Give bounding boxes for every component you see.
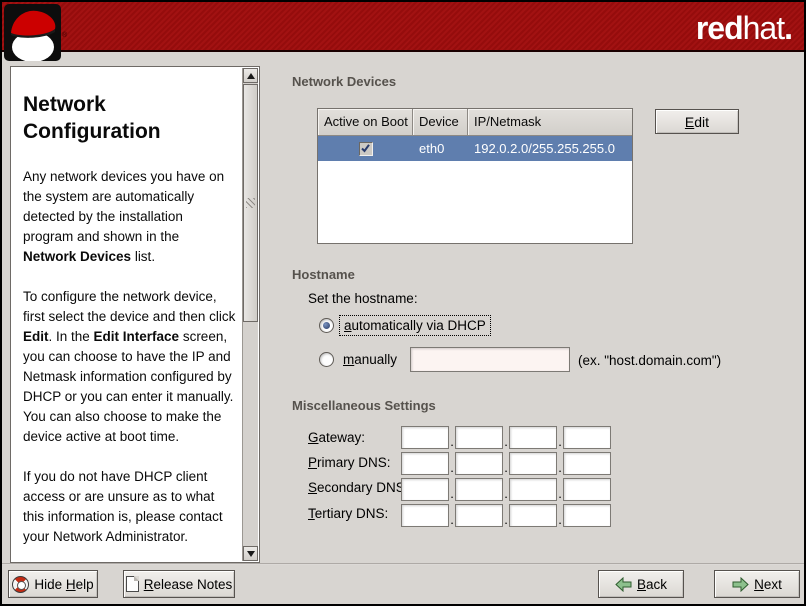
help-paragraph: If you do not have DHCP client access or… [23, 467, 236, 547]
primary-dns-octet-4[interactable] [563, 452, 611, 475]
gateway-octet-1[interactable] [401, 426, 449, 449]
release-notes-button[interactable]: Release Notes [123, 570, 235, 598]
scrollbar-grip-icon [246, 198, 255, 208]
hostname-section-label: Hostname [292, 267, 355, 282]
registered-trademark: ® [62, 32, 67, 39]
wordmark-red: red [696, 10, 743, 46]
help-title: Network Configuration [23, 91, 236, 145]
table-header: Active on Boot Device IP/Netmask [318, 109, 632, 136]
secondary-dns-label: Secondary DNS: [308, 480, 409, 495]
active-on-boot-checkbox[interactable] [359, 142, 373, 156]
arrow-up-icon [247, 73, 255, 79]
arrow-left-icon [615, 577, 632, 592]
gateway-label: Gateway: [308, 430, 365, 445]
help-paragraph: To configure the network device, first s… [23, 287, 236, 447]
primary-dns-octet-1[interactable] [401, 452, 449, 475]
arrow-right-icon [732, 577, 749, 592]
column-header-ip-netmask: IP/Netmask [468, 109, 632, 136]
gateway-octets: ... [401, 426, 611, 449]
secondary-dns-octet-1[interactable] [401, 478, 449, 501]
primary-dns-octets: ... [401, 452, 611, 475]
hostname-manual-option[interactable]: manually [319, 350, 401, 369]
life-preserver-icon [12, 576, 29, 593]
hostname-input[interactable] [410, 347, 570, 372]
wordmark-hat: hat [743, 10, 784, 46]
scroll-down-button[interactable] [243, 546, 258, 561]
help-scrollbar[interactable] [242, 68, 258, 561]
network-devices-section-label: Network Devices [292, 74, 396, 89]
radio-automatic-dhcp[interactable] [319, 318, 334, 333]
gateway-octet-3[interactable] [509, 426, 557, 449]
gateway-octet-4[interactable] [563, 426, 611, 449]
help-text: Network Configuration Any network device… [11, 67, 242, 562]
tertiary-dns-octet-2[interactable] [455, 504, 503, 527]
scrollbar-track[interactable] [243, 83, 258, 546]
tertiary-dns-octet-1[interactable] [401, 504, 449, 527]
hostname-hint: (ex. "host.domain.com") [578, 353, 721, 368]
primary-dns-octet-3[interactable] [509, 452, 557, 475]
document-icon [126, 576, 139, 592]
tertiary-dns-octets: ... [401, 504, 611, 527]
scroll-up-button[interactable] [243, 68, 258, 83]
arrow-down-icon [247, 551, 255, 557]
tertiary-dns-octet-4[interactable] [563, 504, 611, 527]
footer-divider [2, 563, 804, 565]
column-header-device: Device [413, 109, 468, 136]
secondary-dns-octet-4[interactable] [563, 478, 611, 501]
tertiary-dns-octet-3[interactable] [509, 504, 557, 527]
back-button[interactable]: Back [598, 570, 684, 598]
wordmark-dot: . [784, 10, 792, 46]
next-button[interactable]: Next [714, 570, 800, 598]
misc-settings-section-label: Miscellaneous Settings [292, 398, 436, 413]
installer-window: redhat. ® Network Configuration Any netw… [0, 0, 806, 606]
hide-help-button[interactable]: Hide Help [8, 570, 98, 598]
secondary-dns-octets: ... [401, 478, 611, 501]
tertiary-dns-label: Tertiary DNS: [308, 506, 388, 521]
gateway-octet-2[interactable] [455, 426, 503, 449]
radio-automatic-dhcp-label[interactable]: automatically via DHCP [339, 315, 491, 336]
secondary-dns-octet-2[interactable] [455, 478, 503, 501]
primary-dns-label: Primary DNS: [308, 455, 391, 470]
column-header-active-on-boot: Active on Boot [318, 109, 413, 136]
help-paragraph: Any network devices you have on the syst… [23, 167, 236, 267]
checkmark-icon [360, 143, 371, 154]
device-cell: eth0 [413, 136, 468, 161]
device-row-eth0[interactable]: eth0 192.0.2.0/255.255.255.0 [318, 136, 632, 161]
scrollbar-thumb[interactable] [243, 84, 258, 322]
primary-dns-octet-2[interactable] [455, 452, 503, 475]
redhat-wordmark: redhat. [696, 7, 792, 49]
network-devices-table: Active on Boot Device IP/Netmask eth0 19… [317, 108, 633, 244]
redhat-shadowman-logo-icon [4, 4, 61, 61]
active-on-boot-cell [318, 142, 413, 156]
edit-button[interactable]: Edit [655, 109, 739, 134]
header-bar: redhat. [2, 2, 804, 52]
radio-manual-label[interactable]: manually [339, 350, 401, 369]
radio-manual[interactable] [319, 352, 334, 367]
help-panel: Network Configuration Any network device… [10, 66, 260, 563]
set-hostname-prompt: Set the hostname: [308, 291, 418, 306]
secondary-dns-octet-3[interactable] [509, 478, 557, 501]
ip-netmask-cell: 192.0.2.0/255.255.255.0 [468, 136, 632, 161]
hostname-auto-option[interactable]: automatically via DHCP [319, 315, 491, 336]
